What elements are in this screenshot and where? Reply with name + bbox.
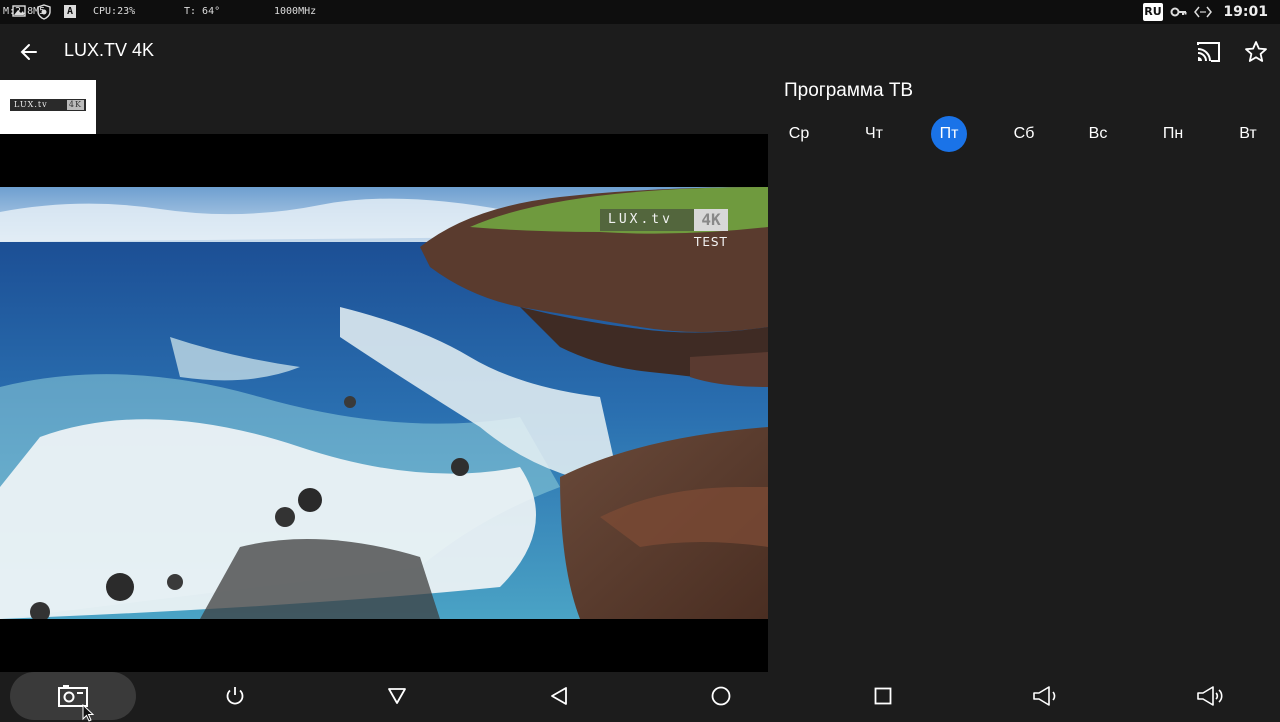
watermark-sub: TEST (694, 235, 728, 249)
guide-title: Программа ТВ (784, 80, 914, 101)
screenshot-button[interactable] (10, 672, 136, 720)
channel-logo-badge: 4K (66, 100, 84, 110)
temperature-readout: T: 64° (184, 6, 221, 17)
language-badge: RU (1143, 3, 1163, 21)
power-button[interactable] (205, 672, 265, 720)
back-button[interactable] (10, 32, 50, 72)
a-badge: A (64, 5, 76, 18)
volume-down-button[interactable] (1013, 672, 1073, 720)
key-icon (1170, 4, 1188, 23)
tab-day-thu[interactable]: Чт (856, 116, 892, 152)
tab-day-tue[interactable]: Вт (1230, 116, 1266, 152)
frequency-readout: 1000MHz (274, 6, 317, 17)
status-bar: M:2.8M5 A CPU:23% T: 64° 1000MHz RU 19:0… (0, 0, 1280, 24)
home-icon (711, 686, 731, 706)
volume-up-button[interactable] (1177, 672, 1237, 720)
day-tabs: Ср Чт Пт Сб Вс Пн Вт (768, 114, 1280, 154)
nav-back-button[interactable] (529, 672, 589, 720)
back-icon (551, 687, 567, 705)
mouse-cursor-icon (82, 704, 95, 722)
volume-down-icon (1033, 686, 1056, 706)
recents-button[interactable] (853, 672, 913, 720)
hide-nav-icon (388, 688, 406, 704)
channel-logo-mark: LUX.tv 4K (10, 99, 86, 111)
hide-nav-button[interactable] (367, 672, 427, 720)
page-title: LUX.TV 4K (64, 40, 155, 60)
tab-day-mon[interactable]: Пн (1155, 116, 1191, 152)
volume-up-icon (1197, 686, 1223, 706)
channel-logo-text: LUX.tv (14, 100, 48, 109)
cast-icon (1197, 42, 1220, 62)
tab-day-wed[interactable]: Ср (781, 116, 817, 152)
video-player[interactable]: LUX.tv 4K TEST (0, 134, 768, 672)
watermark-text: LUX.tv (608, 212, 673, 227)
cast-button[interactable] (1190, 34, 1226, 70)
system-nav-bar (0, 672, 1280, 720)
recents-icon (874, 687, 892, 705)
tab-day-fri[interactable]: Пт (931, 116, 967, 152)
home-button[interactable] (691, 672, 751, 720)
cpu-readout: CPU:23% (93, 6, 136, 17)
tab-day-sun[interactable]: Вс (1080, 116, 1116, 152)
star-icon (1245, 41, 1267, 62)
image-icon (12, 4, 26, 21)
favorite-button[interactable] (1238, 34, 1274, 70)
tab-day-sat[interactable]: Сб (1006, 116, 1042, 152)
code-icon (1194, 4, 1212, 23)
channel-watermark: LUX.tv 4K (600, 209, 728, 231)
ocean-cliff-video-image (0, 187, 768, 619)
watermark-badge: 4K (694, 209, 728, 231)
arrow-back-icon (20, 44, 37, 60)
power-icon (226, 687, 244, 705)
shield-icon (36, 4, 52, 23)
video-frame[interactable]: LUX.tv 4K TEST (0, 187, 768, 619)
clock: 19:01 (1223, 4, 1268, 20)
app-bar: LUX.TV 4K (0, 24, 1280, 80)
channel-logo: LUX.tv 4K (0, 80, 96, 134)
